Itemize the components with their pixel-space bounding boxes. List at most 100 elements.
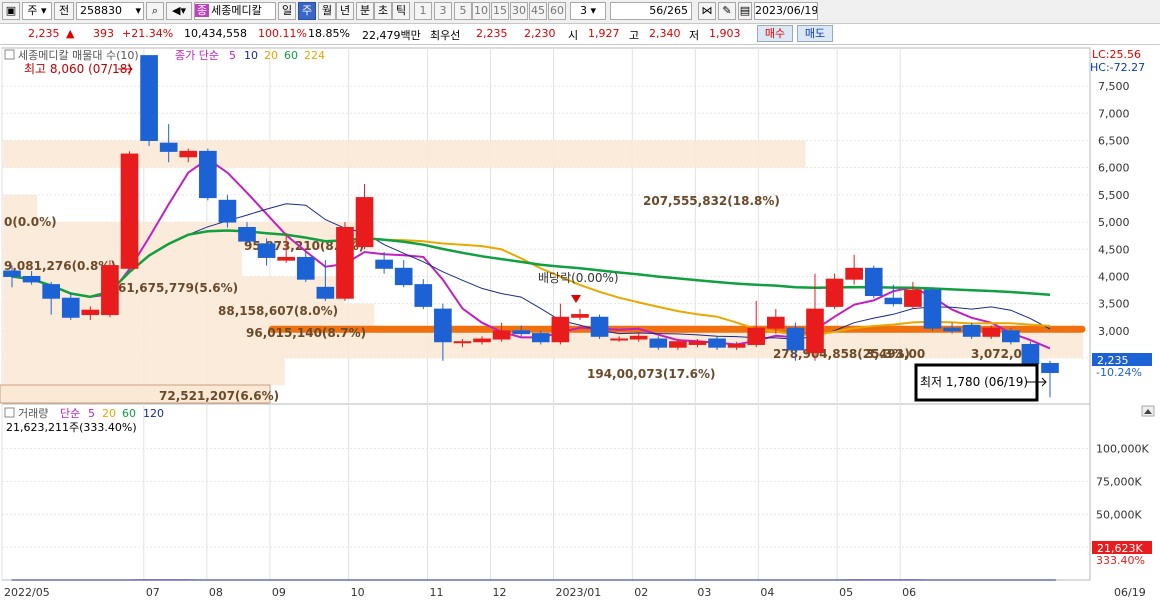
candle-body xyxy=(963,325,980,336)
candle-body xyxy=(258,244,275,258)
current-price-pct: -10.24% xyxy=(1096,366,1142,379)
x-tick-label: 04 xyxy=(760,586,774,599)
candle-body xyxy=(552,317,569,341)
tab-week[interactable]: 주 xyxy=(298,2,316,20)
stock-name-field[interactable]: 종세종메디칼 xyxy=(194,2,276,20)
candle-body xyxy=(787,328,804,350)
candle-body xyxy=(846,268,863,279)
candle-body xyxy=(924,290,941,328)
price-volume-chart[interactable]: 7,5007,0006,5006,0005,5005,0004,5004,000… xyxy=(0,45,1160,601)
candle-body xyxy=(709,339,726,347)
date-input[interactable]: 2023/06/19 xyxy=(754,2,818,20)
draw-icon[interactable]: ✎ xyxy=(718,2,736,20)
candle-body xyxy=(1003,331,1020,342)
candle-body xyxy=(62,298,79,317)
save-icon[interactable]: ▤ xyxy=(738,2,752,20)
search-icon[interactable]: ⌕ xyxy=(146,2,164,20)
candle-body xyxy=(415,285,432,307)
price-tick-label: 4,000 xyxy=(1098,270,1130,283)
volume-legend-name: 거래량 xyxy=(18,407,48,420)
chevron-down-icon[interactable]: ▾ xyxy=(135,3,141,19)
tab-year[interactable]: 년 xyxy=(336,2,354,20)
market-select[interactable]: 주 ▾ xyxy=(22,2,52,20)
interval-5[interactable]: 5 xyxy=(454,2,472,20)
best-quote-label: 최우선 xyxy=(430,27,460,43)
candle-body xyxy=(885,298,902,303)
interval-1[interactable]: 1 xyxy=(414,2,432,20)
stock-code-value: 258830 xyxy=(80,4,122,17)
candle-body xyxy=(121,154,138,268)
stock-code-input[interactable]: 258830 ▾ xyxy=(76,2,144,20)
candle-body xyxy=(219,200,236,222)
volume-profile-label: 88,158,607(8.0%) xyxy=(218,304,338,318)
candle-body xyxy=(43,285,60,299)
candle-body xyxy=(1022,344,1039,363)
ma-5-label: 5 xyxy=(229,49,236,62)
candle-body xyxy=(239,228,256,242)
price-tick-label: 4,500 xyxy=(1098,243,1130,256)
speaker-icon[interactable]: ◀▾ xyxy=(166,2,192,20)
buy-button[interactable]: 매수 xyxy=(757,25,793,42)
candle-body xyxy=(905,290,922,306)
stock-name: 세종메디칼 xyxy=(211,4,262,17)
tab-day[interactable]: 일 xyxy=(278,2,296,20)
candle-body xyxy=(591,317,608,336)
candle-body xyxy=(454,342,471,343)
ma-20-label: 20 xyxy=(264,49,278,62)
market-label: 주 xyxy=(27,4,37,17)
chart-area[interactable]: 7,5007,0006,5006,0005,5005,0004,5004,000… xyxy=(0,45,1160,601)
vol-ma-120-label: 120 xyxy=(143,407,164,420)
candle-body xyxy=(748,328,765,344)
sell-button[interactable]: 매도 xyxy=(797,25,833,42)
trade-amount: 22,479백만 xyxy=(362,27,421,43)
dividend-marker: 배당락(0.00%) xyxy=(538,271,619,285)
network-icon[interactable]: ⋈ xyxy=(698,2,716,20)
price-tick-label: 3,000 xyxy=(1098,325,1130,338)
candle-body xyxy=(395,268,412,284)
volume-tick-label: 100,000K xyxy=(1096,443,1149,456)
open-label: 시 xyxy=(568,27,578,43)
candle-body xyxy=(865,268,882,295)
volume-profile-label: 3,493,00 xyxy=(866,347,925,361)
interval-15[interactable]: 15 xyxy=(491,2,509,20)
ma-224-label: 224 xyxy=(304,49,325,62)
lc-label: LC:25.56 xyxy=(1092,48,1141,61)
window-icon[interactable]: ▣ xyxy=(2,2,20,20)
count-input[interactable]: 56/265 xyxy=(610,2,692,20)
candle-body xyxy=(826,279,843,306)
vol-ma-20-label: 20 xyxy=(102,407,116,420)
candle-body xyxy=(4,271,21,276)
price-tick-label: 6,000 xyxy=(1098,162,1130,175)
high-marker: 최고 8,060 (07/18) xyxy=(24,62,132,76)
candle-body xyxy=(767,317,784,328)
candle-body xyxy=(141,56,158,141)
quote-bar: 2,235 ▲ 393 +21.34% 10,434,558 100.11% 1… xyxy=(0,24,1160,45)
candle-body xyxy=(200,151,217,197)
interval-select[interactable]: 3 ▾ xyxy=(570,2,606,20)
ma-60-label: 60 xyxy=(284,49,298,62)
hc-label: HC:-72.27 xyxy=(1090,61,1145,74)
interval-45[interactable]: 45 xyxy=(529,2,547,20)
volume-profile-label: 207,555,832(18.8%) xyxy=(643,194,780,208)
tab-month[interactable]: 월 xyxy=(318,2,336,20)
candle-body xyxy=(180,151,197,156)
vol-ma-60-label: 60 xyxy=(122,407,136,420)
tab-tick[interactable]: 틱 xyxy=(392,2,410,20)
current-price: 2,235 xyxy=(28,27,60,40)
price-tick-label: 6,500 xyxy=(1098,134,1130,147)
all-button[interactable]: 전 xyxy=(54,2,74,20)
x-tick-label: 05 xyxy=(839,586,853,599)
tab-second[interactable]: 초 xyxy=(374,2,392,20)
x-tick-label: 03 xyxy=(697,586,711,599)
volume-legend-checkbox[interactable] xyxy=(5,408,14,417)
volume-profile-label: 96,015,140(8.7%) xyxy=(246,326,366,340)
interval-30[interactable]: 30 xyxy=(510,2,528,20)
legend-checkbox[interactable] xyxy=(5,50,14,59)
best-ask: 2,235 xyxy=(476,27,508,40)
tab-minute[interactable]: 분 xyxy=(356,2,374,20)
interval-10[interactable]: 10 xyxy=(472,2,490,20)
price-legend-name: 세종메디칼 매물대 수(10) xyxy=(18,49,139,62)
interval-3[interactable]: 3 xyxy=(434,2,452,20)
interval-60[interactable]: 60 xyxy=(548,2,566,20)
candle-body xyxy=(650,339,667,347)
